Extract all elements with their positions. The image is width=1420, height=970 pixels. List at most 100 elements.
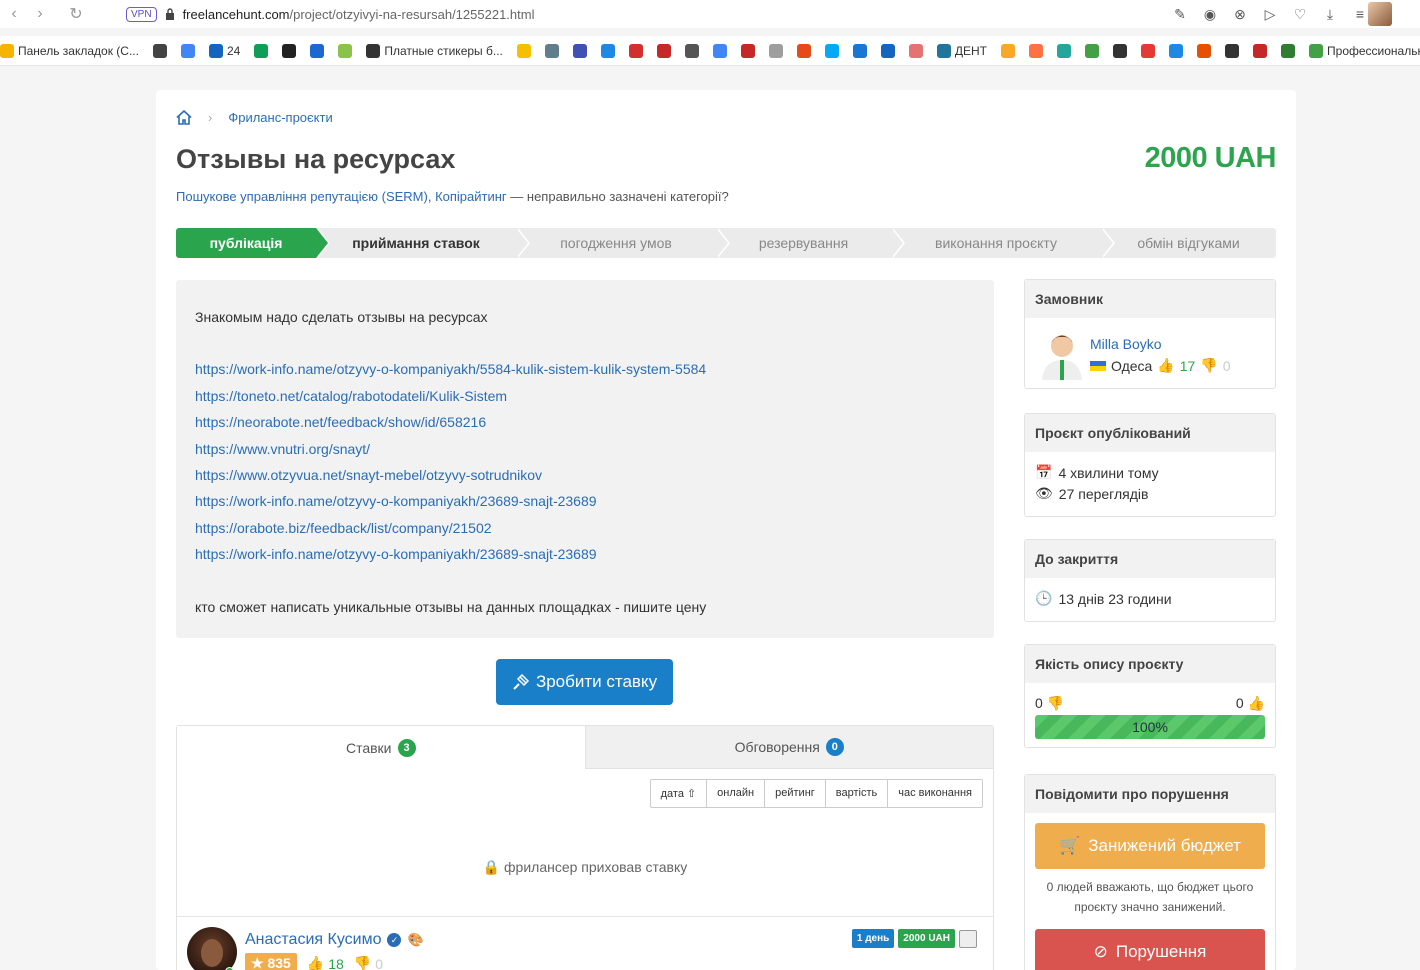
description-link[interactable]: https://www.vnutri.org/snayt/: [195, 436, 975, 462]
low-budget-note: 0 людей вважають, що бюджет цього проєкт…: [1046, 880, 1254, 914]
bookmark-item[interactable]: [1281, 43, 1296, 58]
customer-name-link[interactable]: Milla Boyko: [1090, 336, 1162, 352]
bookmark-item[interactable]: [1197, 43, 1212, 58]
edit-icon[interactable]: ✎: [1170, 4, 1190, 24]
step-label: приймання ставок: [352, 235, 480, 251]
low-budget-button[interactable]: 🛒 Занижений бюджет: [1035, 823, 1265, 869]
bidder-name-link[interactable]: Анастасия Кусимо: [245, 931, 381, 949]
heart-icon[interactable]: ♡: [1290, 4, 1310, 24]
bookmark-item[interactable]: [572, 43, 587, 58]
bookmark-item[interactable]: [600, 43, 615, 58]
tab-bids[interactable]: Ставки 3: [177, 726, 585, 769]
bookmark-item[interactable]: [712, 43, 727, 58]
bookmark-item[interactable]: [880, 43, 895, 58]
quality-up-vote[interactable]: 0 👍: [1236, 695, 1265, 715]
bookmark-item[interactable]: [908, 43, 923, 58]
category-link-copywriting[interactable]: Копірайтинг: [435, 189, 507, 204]
url-path[interactable]: /project/otzyivyi-na-resursah/1255221.ht…: [290, 7, 535, 22]
bookmark-item[interactable]: [684, 43, 699, 58]
thumbs-up-icon: 👍: [1247, 695, 1265, 711]
sort-option[interactable]: онлайн: [707, 780, 766, 807]
bookmark-item[interactable]: [1253, 43, 1268, 58]
description-link[interactable]: https://www.otzyvua.net/snayt-mebel/otzy…: [195, 462, 975, 488]
wrong-category-link[interactable]: — неправильно зазначені категорії?: [507, 189, 728, 204]
bookmark-icon: [740, 43, 755, 58]
bid-tags: 1 день 2000 UAH: [851, 929, 977, 948]
bookmark-item[interactable]: Панель закладок (С...: [0, 43, 139, 58]
quality-down-vote[interactable]: 0 👎: [1035, 695, 1064, 715]
published-heading: Проєкт опублікований: [1025, 414, 1275, 452]
url-host[interactable]: freelancehunt.com: [183, 7, 290, 22]
sort-option[interactable]: рейтинг: [765, 780, 826, 807]
sort-option[interactable]: час виконання: [888, 780, 982, 807]
bookmark-item[interactable]: [1085, 43, 1100, 58]
sort-icon[interactable]: ≡: [1350, 4, 1370, 24]
camera-icon[interactable]: ◉: [1200, 4, 1220, 24]
bookmark-item[interactable]: [852, 43, 867, 58]
reload-icon[interactable]: ↻: [62, 0, 90, 28]
home-icon[interactable]: [176, 110, 192, 125]
bookmark-item[interactable]: [1001, 43, 1016, 58]
description-link[interactable]: https://toneto.net/catalog/rabotodateli/…: [195, 383, 975, 409]
vpn-badge[interactable]: VPN: [126, 6, 157, 22]
sort-option[interactable]: дата ⇧: [651, 780, 708, 807]
bookmark-item[interactable]: [824, 43, 839, 58]
tab-discussion[interactable]: Обговорення 0: [584, 726, 993, 769]
bookmark-item[interactable]: [1169, 43, 1184, 58]
hidden-bid-text: фрилансер приховав ставку: [504, 859, 688, 875]
bookmark-item[interactable]: [338, 43, 353, 58]
bookmark-item[interactable]: [254, 43, 269, 58]
bookmark-item[interactable]: [1029, 43, 1044, 58]
bookmark-item[interactable]: [180, 43, 195, 58]
discussion-count-badge: 0: [825, 738, 844, 756]
bookmark-item[interactable]: [282, 43, 297, 58]
bookmark-item[interactable]: [1141, 43, 1156, 58]
forward-icon[interactable]: ›: [26, 0, 54, 28]
description-link[interactable]: https://work-info.name/otzyvy-o-kompaniy…: [195, 488, 975, 514]
bookmark-item[interactable]: [516, 43, 531, 58]
description-link[interactable]: https://neorabote.net/feedback/show/id/6…: [195, 409, 975, 435]
bookmark-item[interactable]: [1225, 43, 1240, 58]
bookmark-item[interactable]: [628, 43, 643, 58]
bookmark-label: Платные стикеры б...: [384, 43, 503, 58]
bookmark-item[interactable]: [152, 43, 167, 58]
expand-icon[interactable]: [959, 929, 977, 948]
bookmark-item[interactable]: 24: [208, 43, 240, 58]
bookmark-label: ДЕНТ: [954, 43, 988, 58]
project-categories: Пошукове управління репутацією (SERM), К…: [176, 189, 729, 204]
description-link[interactable]: https://work-info.name/otzyvy-o-kompaniy…: [195, 541, 975, 567]
bookmark-item[interactable]: Платные стикеры б...: [366, 43, 503, 58]
description-link[interactable]: https://work-info.name/otzyvy-o-kompaniy…: [195, 356, 975, 382]
bookmark-item[interactable]: [1057, 43, 1072, 58]
bookmark-item[interactable]: [544, 43, 559, 58]
published-body: 📅 4 хвилини тому 👁 27 переглядів: [1025, 452, 1275, 514]
bookmark-item[interactable]: [1113, 43, 1128, 58]
customer-city: Одеса: [1111, 357, 1153, 374]
project-page: › Фриланс-проєкти Отзывы на ресурсах 200…: [156, 90, 1296, 970]
bookmark-item[interactable]: [656, 43, 671, 58]
customer-avatar[interactable]: [1039, 328, 1085, 380]
profile-avatar[interactable]: [1368, 2, 1392, 26]
customer-heading: Замовник: [1025, 280, 1275, 318]
violation-button[interactable]: ⊘ Порушення: [1035, 929, 1265, 970]
make-bid-label: Зробити ставку: [535, 672, 658, 691]
download-icon[interactable]: ⤓: [1320, 4, 1340, 24]
bookmark-item[interactable]: Профессионально...: [1309, 43, 1420, 58]
bookmark-item[interactable]: [740, 43, 755, 58]
bookmark-item[interactable]: [310, 43, 325, 58]
breadcrumb-link-projects[interactable]: Фриланс-проєкти: [228, 110, 332, 125]
play-icon[interactable]: ▷: [1260, 4, 1280, 24]
make-bid-button[interactable]: Зробити ставку: [496, 659, 673, 705]
bookmark-icon: [180, 43, 195, 58]
description-link[interactable]: https://orabote.biz/feedback/list/compan…: [195, 515, 975, 541]
close-circle-icon[interactable]: ⊗: [1230, 4, 1250, 24]
back-icon[interactable]: ‹: [0, 0, 28, 28]
bookmark-item[interactable]: ДЕНТ: [936, 43, 988, 58]
avatar[interactable]: [187, 927, 237, 970]
bookmark-icon: [1253, 43, 1268, 58]
bookmark-item[interactable]: [768, 43, 783, 58]
rating-value: 835: [267, 955, 291, 970]
bookmark-item[interactable]: [796, 43, 811, 58]
category-link-serm[interactable]: Пошукове управління репутацією (SERM): [176, 189, 428, 204]
sort-option[interactable]: вартість: [826, 780, 889, 807]
